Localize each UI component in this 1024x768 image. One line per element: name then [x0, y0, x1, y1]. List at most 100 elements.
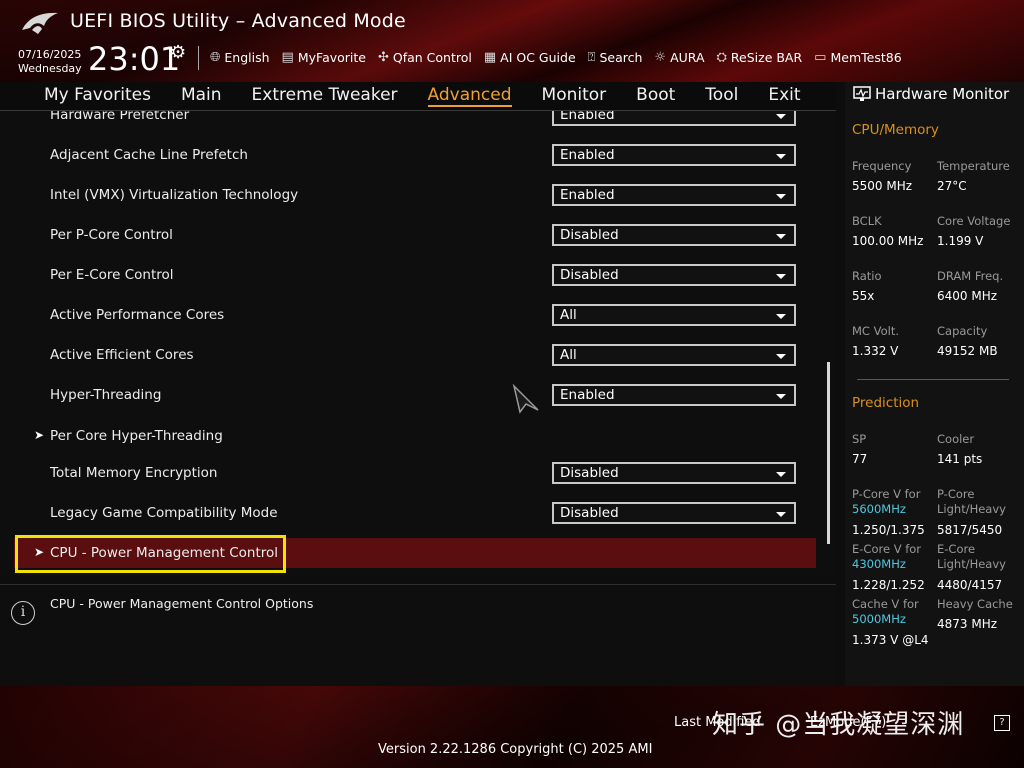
- ratio-label: Ratio: [852, 269, 882, 283]
- ratio-value: 55x: [852, 289, 875, 303]
- setting-label: Active Efficient Cores: [50, 347, 194, 363]
- search-button[interactable]: ⍰ Search: [588, 50, 643, 65]
- submenu-row-per-core-ht[interactable]: ➤ Per Core Hyper-Threading: [0, 420, 820, 454]
- info-icon: i: [11, 601, 35, 625]
- setting-dropdown[interactable]: All: [552, 304, 796, 326]
- frequency-label: Frequency: [852, 159, 912, 173]
- chevron-down-icon: [776, 194, 786, 199]
- chevron-down-icon: [776, 234, 786, 239]
- ai-oc-guide-button[interactable]: ▦ AI OC Guide: [484, 50, 576, 65]
- qfan-control-button[interactable]: ✣ Qfan Control: [378, 50, 472, 65]
- setting-row-hyper-threading[interactable]: Hyper-Threading Enabled: [0, 379, 820, 413]
- qfan-label: Qfan Control: [392, 49, 472, 65]
- setting-dropdown[interactable]: Disabled: [552, 264, 796, 286]
- temperature-label: Temperature: [937, 159, 1010, 173]
- search-label: Search: [599, 49, 643, 65]
- setting-row-active-p-cores[interactable]: Active Performance Cores All: [0, 299, 820, 333]
- watermark-text: 知乎 @当我凝望深渊: [712, 710, 965, 740]
- help-square-icon[interactable]: ?: [994, 715, 1010, 731]
- top-header: UEFI BIOS Utility – Advanced Mode 07/16/…: [0, 0, 1024, 82]
- setting-dropdown[interactable]: Enabled: [552, 144, 796, 166]
- setting-row-tme[interactable]: Total Memory Encryption Disabled: [0, 457, 820, 491]
- tab-exit[interactable]: Exit: [768, 85, 800, 107]
- pcore-v-label: P-Core V for: [852, 487, 921, 501]
- tab-boot[interactable]: Boot: [636, 85, 675, 107]
- language-button[interactable]: 🌐︎ English: [210, 50, 270, 65]
- dropdown-value: Disabled: [560, 227, 619, 243]
- aura-button[interactable]: ☼ AURA: [654, 50, 704, 65]
- aura-label: AURA: [670, 49, 705, 65]
- capacity-label: Capacity: [937, 324, 988, 338]
- gear-icon[interactable]: ⚙: [170, 42, 186, 63]
- globe-icon: 🌐︎: [210, 49, 221, 65]
- setting-label: Legacy Game Compatibility Mode: [50, 505, 278, 521]
- myfavorite-button[interactable]: ▤ MyFavorite: [282, 50, 366, 65]
- setting-row-hardware-prefetcher[interactable]: Hardware Prefetcher Enabled: [0, 111, 820, 133]
- tab-tool[interactable]: Tool: [705, 85, 738, 107]
- toolbar: 🌐︎ English ▤ MyFavorite ✣ Qfan Control ▦…: [210, 46, 902, 68]
- dram-freq-label: DRAM Freq.: [937, 269, 1004, 283]
- ecore-lh-value: 4480/4157: [937, 578, 1003, 592]
- hardware-monitor-panel: Hardware Monitor CPU/Memory Frequency Te…: [845, 82, 1024, 686]
- setting-row-legacy-game[interactable]: Legacy Game Compatibility Mode Disabled: [0, 497, 820, 531]
- setting-label: Intel (VMX) Virtualization Technology: [50, 187, 299, 203]
- app-title: UEFI BIOS Utility – Advanced Mode: [70, 10, 406, 32]
- setting-row-adjacent-cache[interactable]: Adjacent Cache Line Prefetch Enabled: [0, 139, 820, 173]
- prediction-heading: Prediction: [852, 395, 920, 411]
- resize-bar-icon: ⛭: [716, 49, 727, 65]
- monitor-divider: [857, 379, 1009, 380]
- cooler-label: Cooler: [937, 432, 975, 446]
- frequency-value: 5500 MHz: [852, 179, 913, 193]
- tab-main[interactable]: Main: [181, 85, 222, 107]
- setting-dropdown[interactable]: Enabled: [552, 184, 796, 206]
- date-display: 07/16/2025 Wednesday: [18, 48, 82, 76]
- chevron-down-icon: [776, 472, 786, 477]
- setting-row-active-e-cores[interactable]: Active Efficient Cores All: [0, 339, 820, 373]
- pcore-v-value: 1.250/1.375: [852, 523, 925, 537]
- cache-v-label: Cache V for: [852, 597, 919, 611]
- setting-label: Per P-Core Control: [50, 227, 173, 243]
- tab-monitor[interactable]: Monitor: [542, 85, 607, 107]
- memtest-icon: ▭: [814, 49, 827, 65]
- cache-v-value: 1.373 V @L4: [852, 633, 929, 647]
- capacity-value: 49152 MB: [937, 344, 998, 358]
- pcore-lh-label-line1: P-Core: [937, 487, 975, 501]
- setting-dropdown[interactable]: Disabled: [552, 502, 796, 524]
- mc-volt-value: 1.332 V: [852, 344, 899, 358]
- memtest-button[interactable]: ▭ MemTest86: [814, 50, 901, 65]
- submenu-row-cpu-power-mgmt[interactable]: ➤ CPU - Power Management Control: [14, 538, 816, 568]
- tab-extreme-tweaker[interactable]: Extreme Tweaker: [252, 85, 398, 107]
- tab-advanced[interactable]: Advanced: [427, 85, 512, 107]
- hardware-monitor-title-text: Hardware Monitor: [875, 85, 1010, 103]
- core-voltage-value: 1.199 V: [937, 234, 984, 248]
- tab-my-favorites[interactable]: My Favorites: [44, 85, 151, 107]
- pcore-v-freq: 5600MHz: [852, 502, 906, 516]
- setting-dropdown[interactable]: Disabled: [552, 224, 796, 246]
- sp-label: SP: [852, 432, 867, 446]
- ai-oc-label: AI OC Guide: [500, 49, 576, 65]
- setting-dropdown[interactable]: Disabled: [552, 462, 796, 484]
- dropdown-value: Disabled: [560, 465, 619, 481]
- language-label: English: [224, 49, 270, 65]
- menu-tabs: My Favorites Main Extreme Tweaker Advanc…: [44, 85, 801, 107]
- setting-row-vmx[interactable]: Intel (VMX) Virtualization Technology En…: [0, 179, 820, 213]
- cpu-memory-heading: CPU/Memory: [852, 122, 939, 138]
- setting-label: Adjacent Cache Line Prefetch: [50, 147, 248, 163]
- setting-row-per-e-core[interactable]: Per E-Core Control Disabled: [0, 259, 820, 293]
- scrollbar-thumb[interactable]: [827, 362, 830, 544]
- chevron-down-icon: [776, 512, 786, 517]
- setting-dropdown[interactable]: All: [552, 344, 796, 366]
- help-panel: i CPU - Power Management Control Options: [0, 584, 836, 687]
- fan-icon: ✣: [377, 49, 389, 65]
- setting-dropdown[interactable]: Enabled: [552, 384, 796, 406]
- date-text: 07/16/2025: [18, 48, 82, 61]
- temperature-value: 27°C: [937, 179, 967, 193]
- heavy-cache-value: 4873 MHz: [937, 617, 998, 631]
- dropdown-value: Enabled: [560, 187, 615, 203]
- ecore-lh-label-line1: E-Core: [937, 542, 976, 556]
- chevron-down-icon: [776, 274, 786, 279]
- hardware-monitor-title: Hardware Monitor: [853, 85, 1009, 103]
- setting-dropdown[interactable]: Enabled: [552, 111, 796, 126]
- resize-bar-button[interactable]: ⛭ ReSize BAR: [717, 50, 803, 65]
- setting-row-per-p-core[interactable]: Per P-Core Control Disabled: [0, 219, 820, 253]
